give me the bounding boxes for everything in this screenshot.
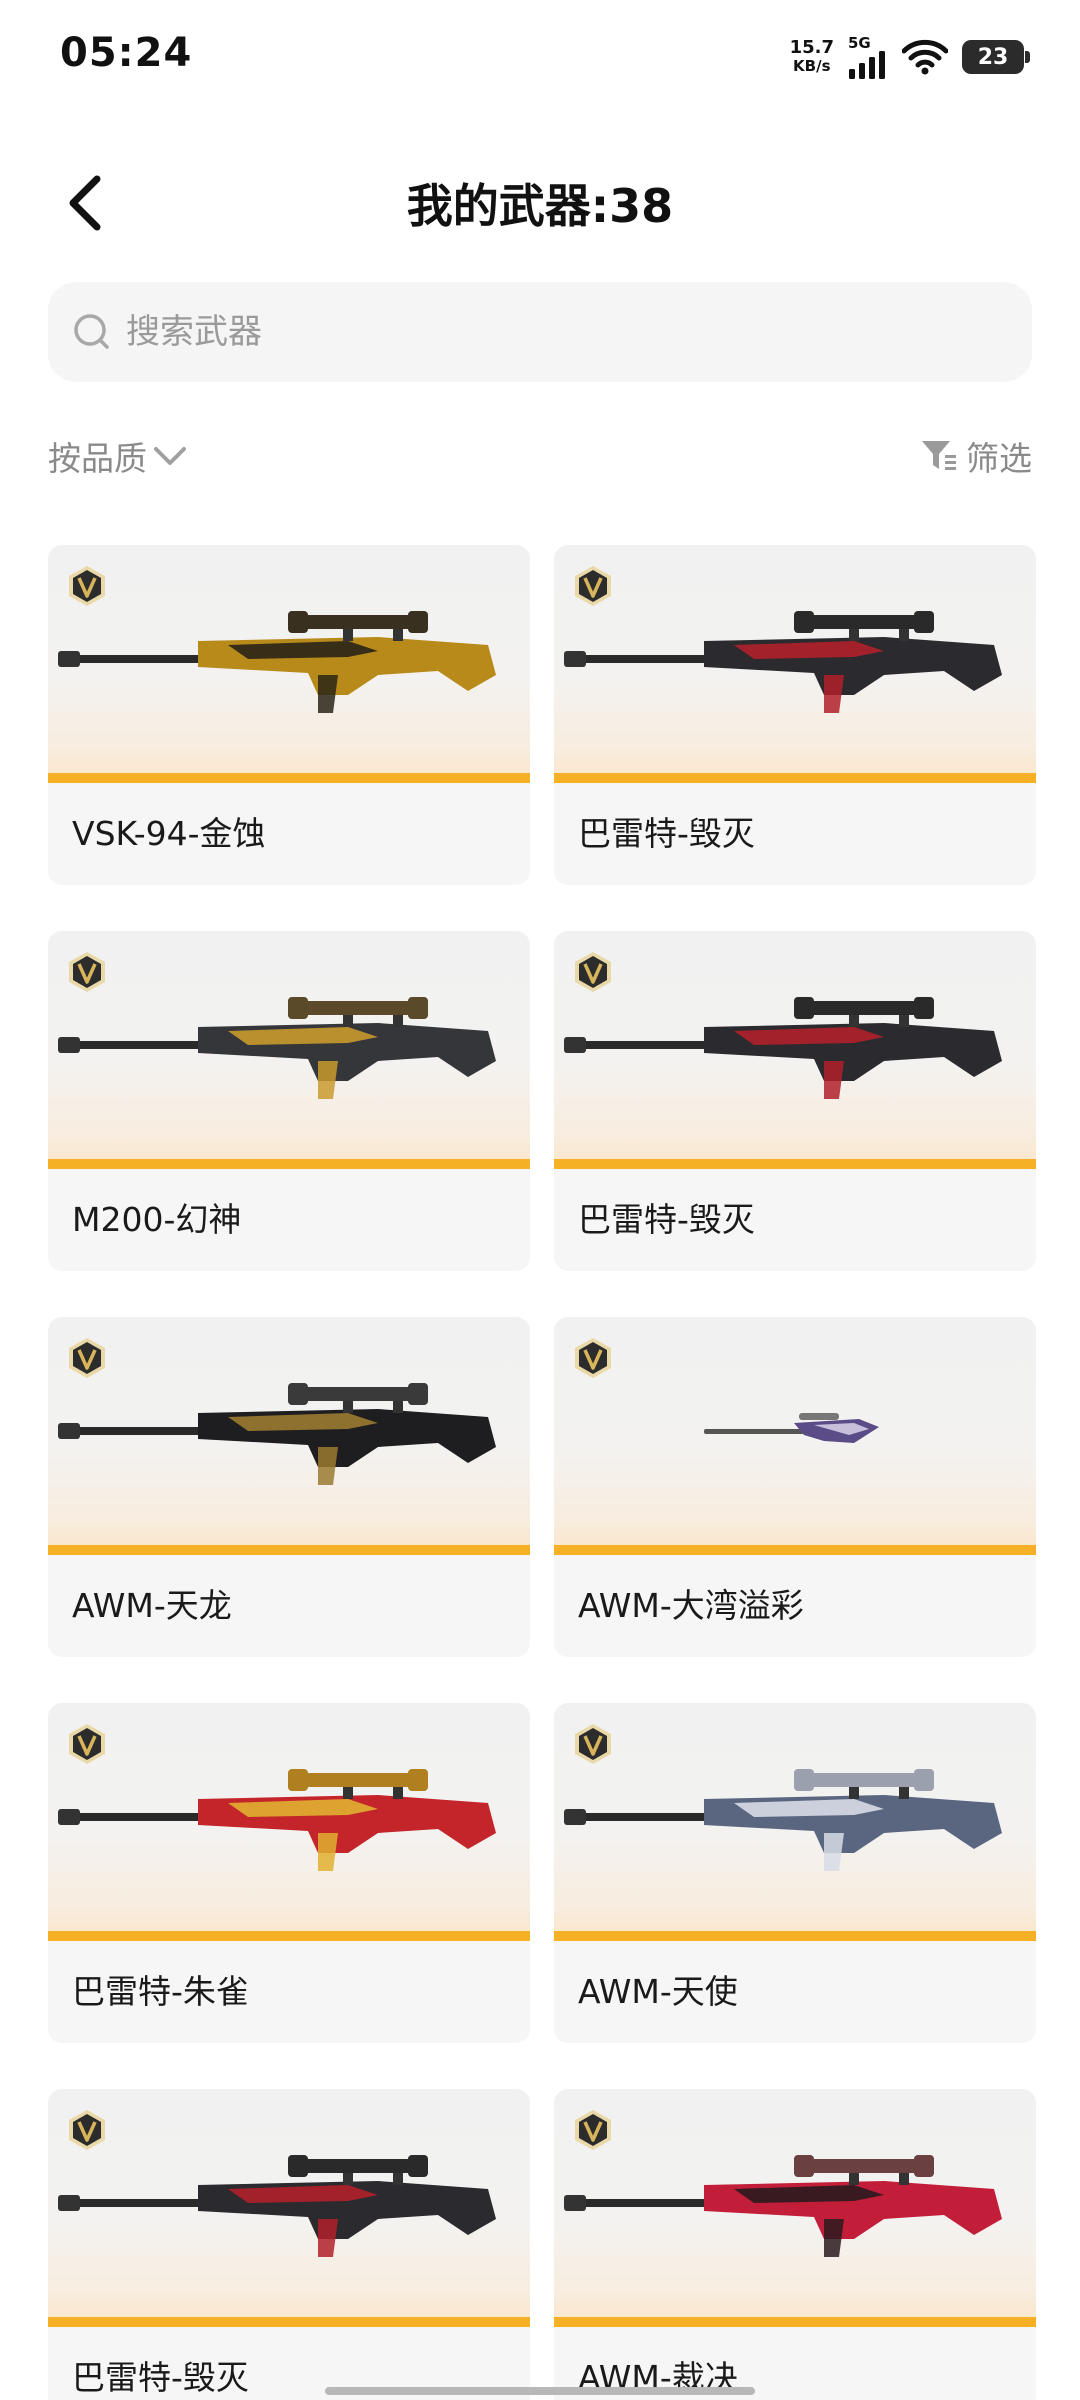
weapon-image (58, 1769, 496, 1871)
weapon-card[interactable]: VSK-94-金蚀 (48, 545, 530, 885)
quality-stripe (48, 2317, 530, 2327)
weapon-card[interactable]: 巴雷特-毁灭 (48, 2089, 530, 2400)
weapon-image (58, 997, 496, 1099)
status-time: 05:24 (60, 30, 193, 76)
weapon-name: AWM-天龙 (72, 1586, 232, 1625)
vip-badge-icon (69, 566, 105, 606)
status-icons: 15.7 KB/s 5G 23 (790, 33, 1030, 80)
sort-by-quality-dropdown[interactable]: 按品质 (48, 432, 187, 480)
sort-label: 按品质 (48, 439, 147, 478)
network-speed-unit: KB/s (793, 57, 831, 75)
vip-badge-icon (69, 952, 105, 992)
quality-stripe (554, 773, 1036, 783)
search-input[interactable] (126, 312, 1006, 352)
weapon-name: 巴雷特-毁灭 (72, 2358, 249, 2397)
quality-stripe (48, 1159, 530, 1169)
weapon-name: 巴雷特-朱雀 (72, 1972, 249, 2011)
vip-badge-icon (575, 2110, 611, 2150)
weapon-card[interactable]: M200-幻神 (48, 931, 530, 1271)
weapon-card[interactable]: 巴雷特-朱雀 (48, 1703, 530, 2043)
signal-bars-icon (849, 50, 885, 79)
chevron-down-icon (154, 447, 186, 465)
weapon-image-area (48, 1317, 530, 1555)
vip-badge-icon (575, 566, 611, 606)
weapon-name: VSK-94-金蚀 (72, 814, 266, 853)
weapon-image (564, 611, 1002, 713)
filter-button[interactable]: 筛选 (920, 432, 1032, 480)
vip-badge-icon (69, 1724, 105, 1764)
quality-stripe (48, 1545, 530, 1555)
network-speed-value: 15.7 (789, 37, 834, 58)
quality-stripe (48, 1931, 530, 1941)
search-icon (74, 314, 109, 349)
weapon-image (564, 997, 1002, 1099)
quality-stripe (554, 1545, 1036, 1555)
weapon-name: 巴雷特-毁灭 (578, 814, 755, 853)
vip-badge-icon (69, 2110, 105, 2150)
filter-row: 按品质 筛选 (48, 432, 1032, 488)
weapon-image (564, 2155, 1002, 2257)
battery-level: 23 (977, 44, 1009, 70)
cellular-signal: 5G (848, 33, 888, 79)
weapon-image-area (48, 1703, 530, 1941)
weapon-image-area (48, 931, 530, 1169)
weapon-image-area (554, 545, 1036, 783)
filter-label: 筛选 (966, 439, 1032, 478)
weapon-card[interactable]: AWM-天龙 (48, 1317, 530, 1657)
weapon-image (58, 2155, 496, 2257)
weapon-image (704, 1413, 879, 1443)
vip-badge-icon (575, 1724, 611, 1764)
weapon-image-area (48, 2089, 530, 2327)
weapon-image (564, 1769, 1002, 1871)
header: 我的武器:38 (0, 150, 1080, 250)
weapon-image-area (554, 2089, 1036, 2327)
battery-icon: 23 (962, 40, 1030, 74)
status-bar: 05:24 15.7 KB/s 5G 23 (0, 0, 1080, 120)
filter-icon (922, 441, 956, 470)
weapon-card[interactable]: AWM-大湾溢彩 (554, 1317, 1036, 1657)
weapon-image (58, 1383, 496, 1485)
weapon-image-area (48, 545, 530, 783)
weapon-name: AWM-大湾溢彩 (578, 1586, 804, 1625)
network-speed: 15.7 KB/s (790, 38, 834, 76)
network-type: 5G (848, 33, 871, 52)
weapon-image-area (554, 931, 1036, 1169)
weapon-name: 巴雷特-毁灭 (578, 1200, 755, 1239)
search-box[interactable] (48, 282, 1032, 382)
weapon-card[interactable]: AWM-裁决 (554, 2089, 1036, 2400)
weapon-image (58, 611, 496, 713)
quality-stripe (554, 1931, 1036, 1941)
home-indicator[interactable] (325, 2387, 755, 2395)
weapon-card[interactable]: 巴雷特-毁灭 (554, 931, 1036, 1271)
vip-badge-icon (575, 1338, 611, 1378)
weapon-image-area (554, 1703, 1036, 1941)
vip-badge-icon (575, 952, 611, 992)
weapon-card[interactable]: AWM-天使 (554, 1703, 1036, 2043)
quality-stripe (554, 1159, 1036, 1169)
quality-stripe (554, 2317, 1036, 2327)
page-title: 我的武器:38 (406, 179, 674, 233)
quality-stripe (48, 773, 530, 783)
weapon-name: M200-幻神 (72, 1200, 242, 1239)
weapon-card[interactable]: 巴雷特-毁灭 (554, 545, 1036, 885)
weapon-image-area (554, 1317, 1036, 1555)
wifi-icon (902, 39, 948, 75)
weapon-name: AWM-天使 (578, 1972, 738, 2011)
vip-badge-icon (69, 1338, 105, 1378)
